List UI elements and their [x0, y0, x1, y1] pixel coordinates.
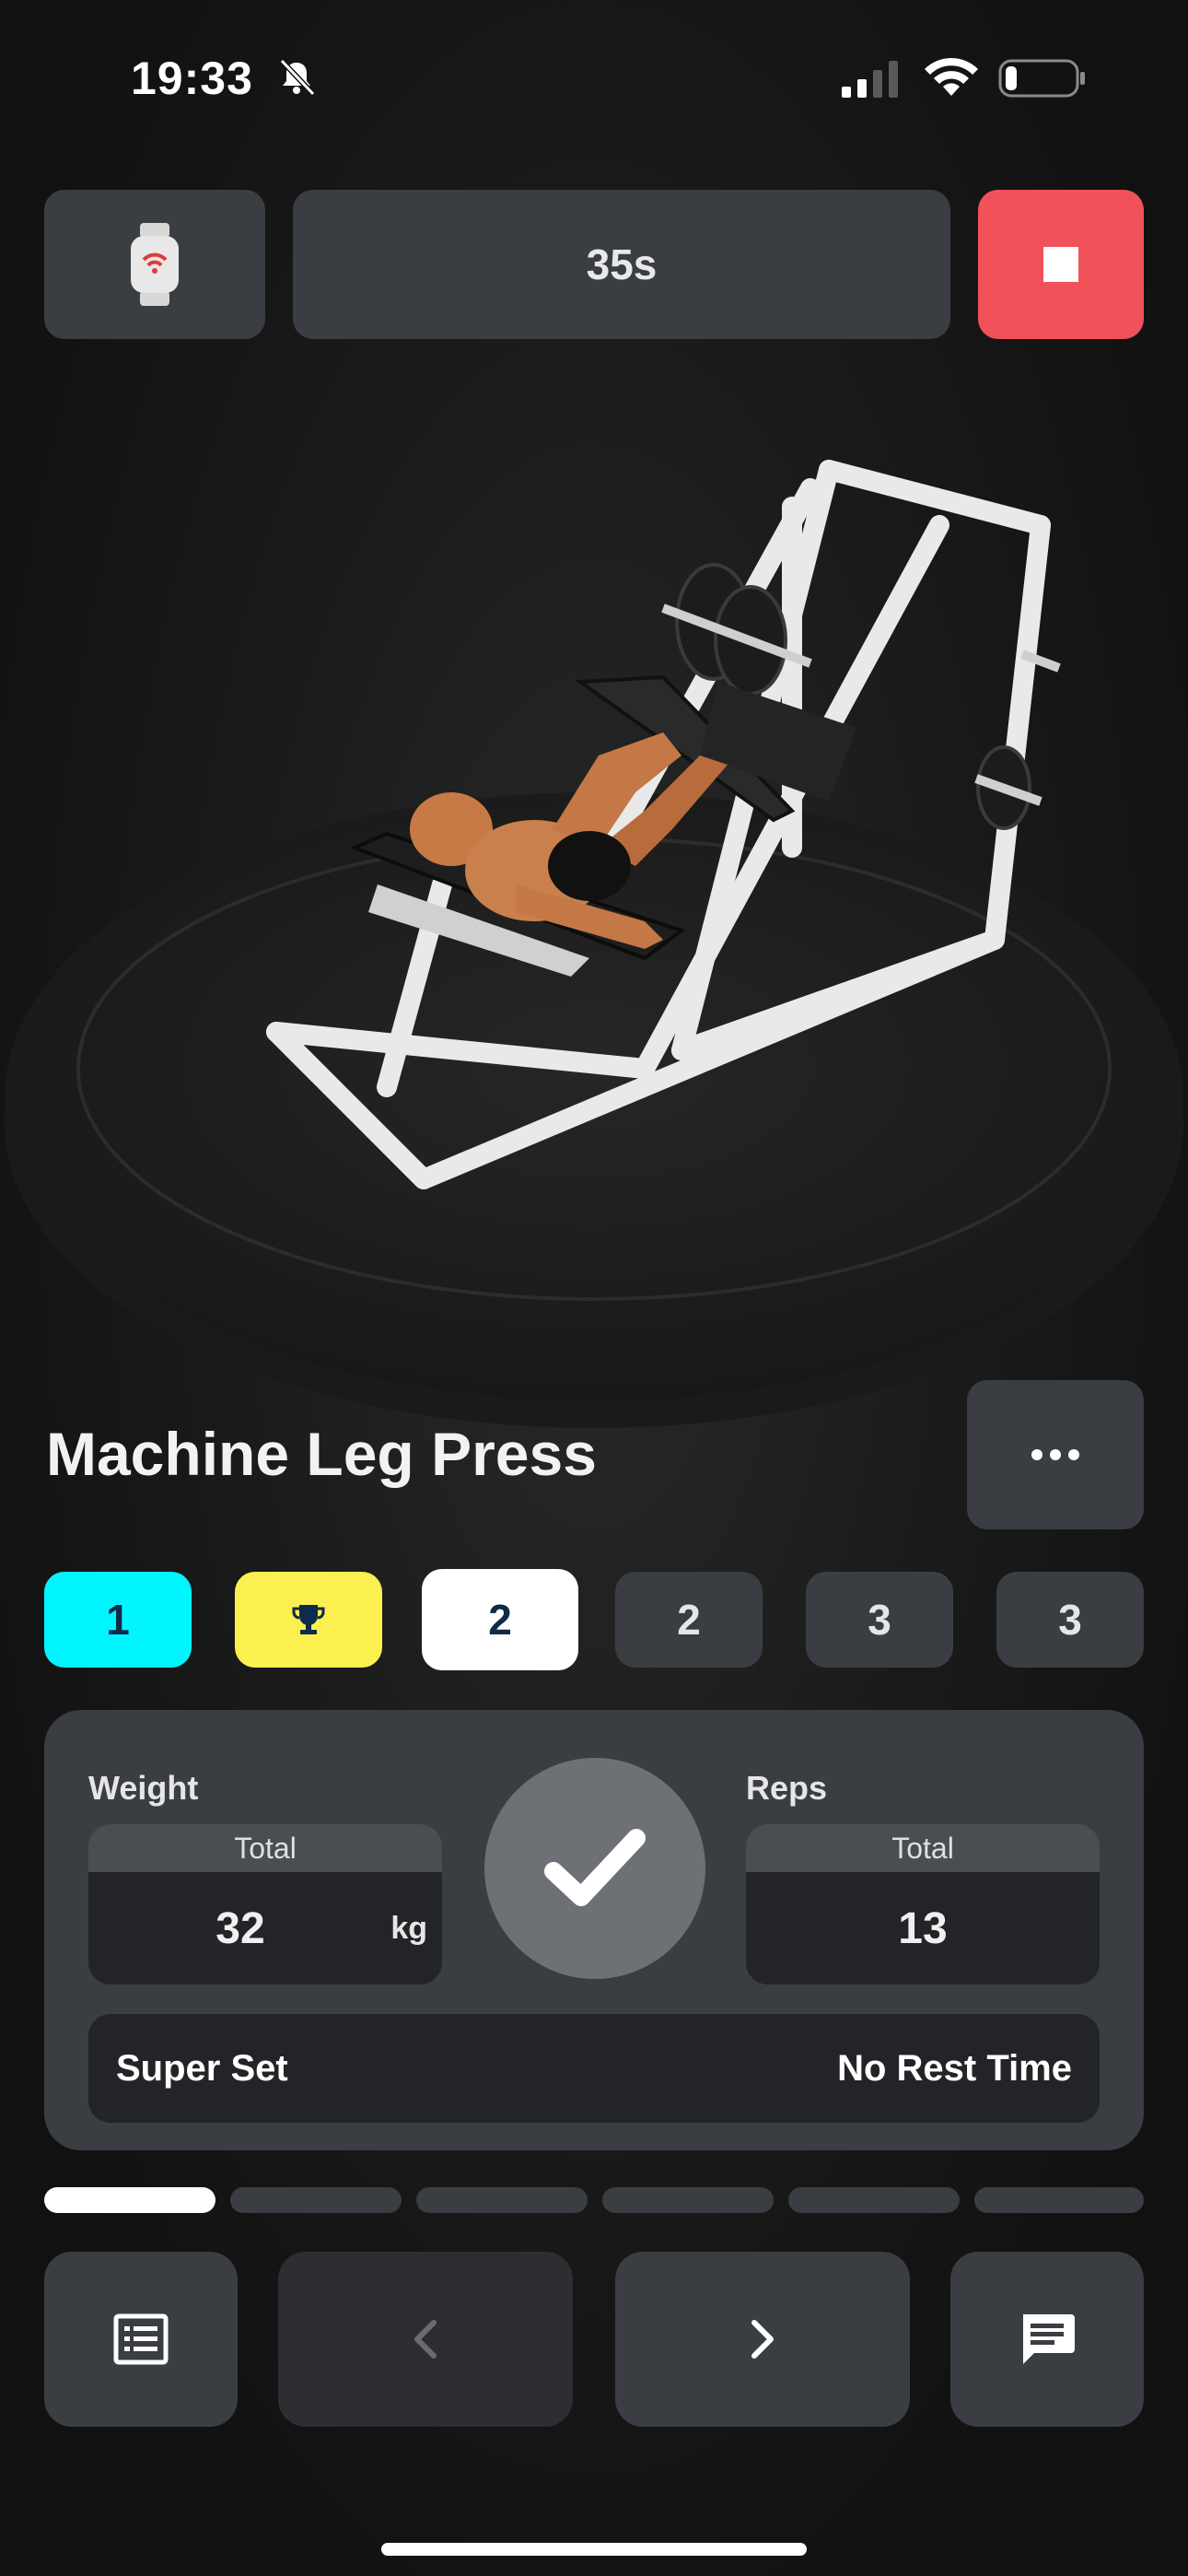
- progress-segment: [974, 2187, 1144, 2213]
- workout-screen: 19:33 35s Machine Leg Press 1 2 2 3 3 We…: [0, 0, 1188, 2576]
- status-time: 19:33: [131, 53, 253, 104]
- progress-segment-completed: [44, 2187, 215, 2213]
- set-chip-label: 2: [488, 1596, 512, 1644]
- set-entry-card: Weight Total 32 kg Reps Total 13 Super S…: [44, 1710, 1144, 2150]
- stop-icon: [1043, 247, 1078, 282]
- weight-total-header: Total: [88, 1824, 442, 1872]
- wifi-icon: [925, 57, 978, 96]
- home-indicator[interactable]: [381, 2543, 807, 2556]
- progress-segment: [416, 2187, 588, 2213]
- rest-timer-button[interactable]: 35s: [293, 190, 950, 339]
- superset-rest-bar[interactable]: Super Set No Rest Time: [88, 2014, 1100, 2123]
- more-options-button[interactable]: [967, 1380, 1144, 1529]
- reps-field[interactable]: Total 13: [746, 1824, 1100, 1985]
- set-chip-label: 3: [1058, 1596, 1082, 1644]
- set-chip-1[interactable]: 1: [44, 1572, 192, 1668]
- set-chip-active[interactable]: 2: [422, 1569, 578, 1670]
- workout-progress: [44, 2187, 1144, 2213]
- exercise-title: Machine Leg Press: [46, 1420, 597, 1488]
- progress-segment: [230, 2187, 402, 2213]
- weight-field[interactable]: Total 32 kg: [88, 1824, 442, 1985]
- set-chip-5[interactable]: 3: [806, 1572, 953, 1668]
- complete-set-button[interactable]: [484, 1758, 705, 1979]
- battery-icon: [998, 59, 1085, 98]
- set-chip-label: 3: [868, 1596, 891, 1644]
- progress-segment: [788, 2187, 960, 2213]
- timer-label: 35s: [586, 240, 658, 288]
- smartwatch-icon: [131, 223, 179, 306]
- checkmark-icon: [544, 1829, 646, 1906]
- previous-set-button[interactable]: [278, 2252, 573, 2427]
- weight-unit: kg: [390, 1910, 427, 1946]
- exercise-list-button[interactable]: [44, 2252, 238, 2427]
- chevron-right-icon: [751, 2320, 774, 2359]
- weight-value: 32: [215, 1903, 265, 1953]
- comments-button[interactable]: [950, 2252, 1144, 2427]
- stop-workout-button[interactable]: [978, 190, 1144, 339]
- exercise-3d-model[interactable]: [0, 369, 1188, 1474]
- next-set-button[interactable]: [615, 2252, 910, 2427]
- set-chip-label: 1: [106, 1596, 130, 1644]
- more-dots-icon: [1031, 1449, 1079, 1460]
- progress-segment: [602, 2187, 774, 2213]
- superset-label: Super Set: [116, 2047, 288, 2089]
- set-chip-record[interactable]: [235, 1572, 382, 1668]
- weight-label: Weight: [88, 1769, 199, 1807]
- set-chip-4[interactable]: 2: [615, 1572, 763, 1668]
- reps-total-header: Total: [746, 1824, 1100, 1872]
- watch-button[interactable]: [44, 190, 265, 339]
- signal-icon: [842, 61, 898, 98]
- rest-time-label: No Rest Time: [837, 2047, 1072, 2089]
- reps-value: 13: [898, 1903, 948, 1953]
- bell-slash-icon: [279, 58, 316, 97]
- reps-label: Reps: [746, 1769, 828, 1807]
- set-chip-label: 2: [677, 1596, 701, 1644]
- trophy-icon: [292, 1605, 325, 1634]
- set-chip-6[interactable]: 3: [996, 1572, 1144, 1668]
- chat-icon: [1023, 2314, 1075, 2364]
- status-bar: 19:33: [0, 0, 1188, 157]
- set-selector: 1 2 2 3 3: [44, 1569, 1144, 1670]
- chevron-left-icon: [414, 2320, 437, 2359]
- list-icon: [113, 2313, 169, 2365]
